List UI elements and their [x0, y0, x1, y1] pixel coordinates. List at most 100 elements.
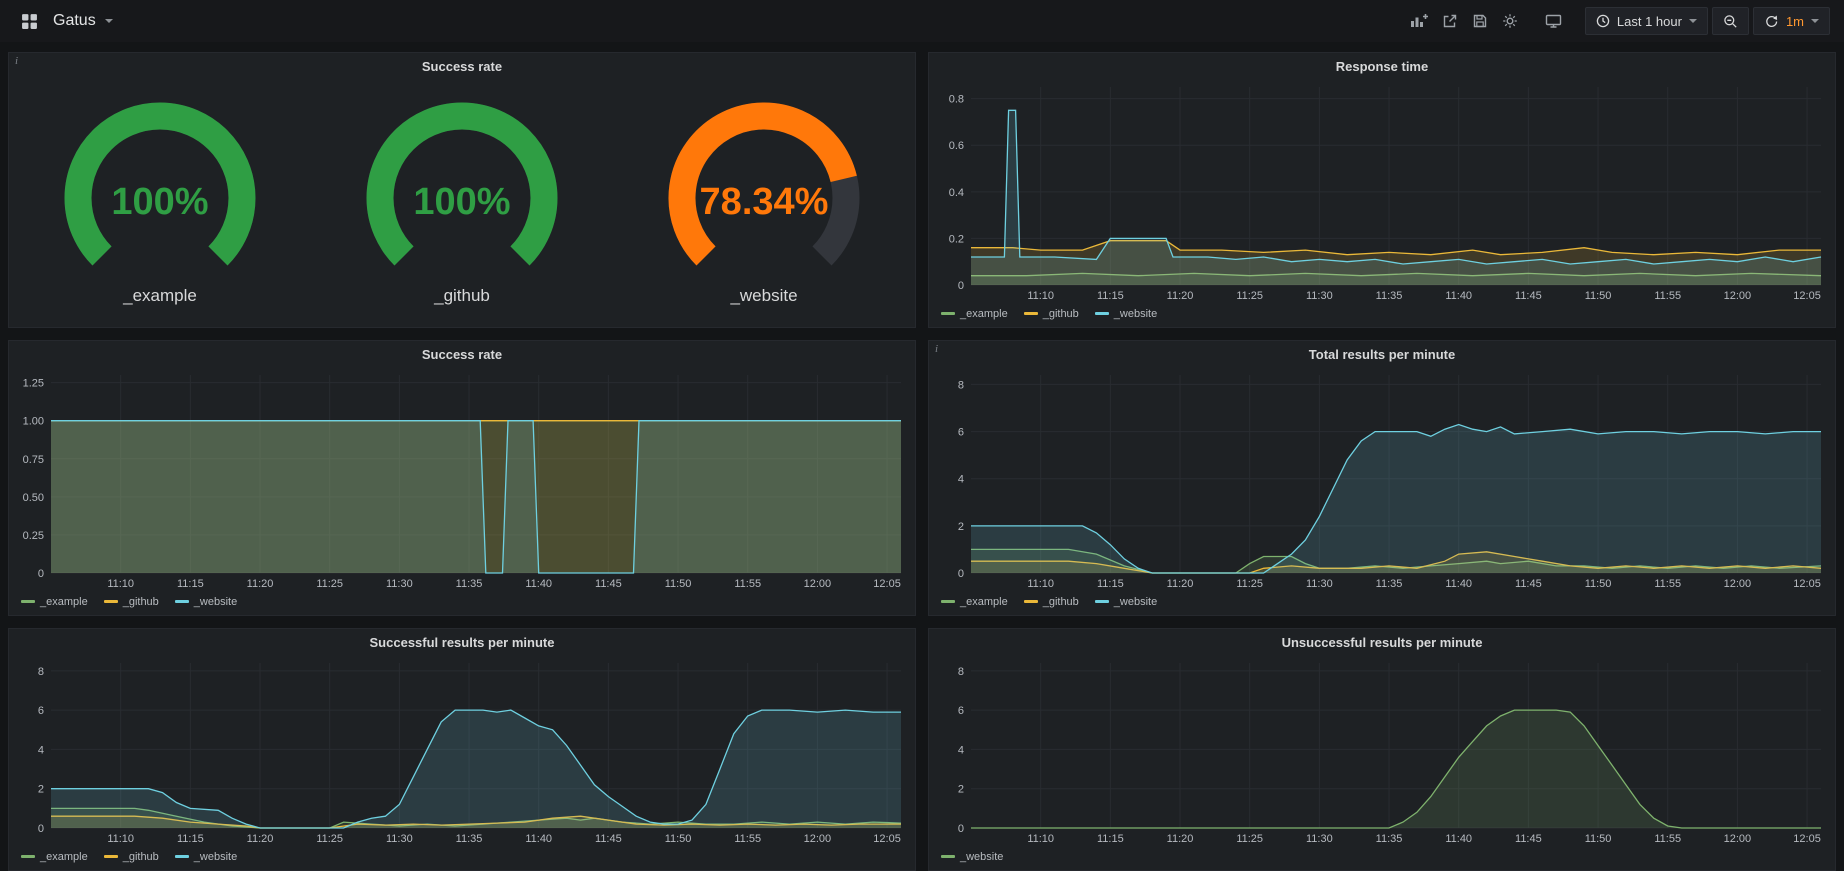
- svg-text:11:30: 11:30: [1306, 578, 1333, 590]
- success-rate-graph[interactable]: 11:1011:1511:2011:2511:3011:3511:4011:45…: [9, 367, 915, 593]
- panel-title[interactable]: Success rate: [9, 341, 915, 367]
- svg-text:12:00: 12:00: [804, 578, 832, 590]
- response-time-graph[interactable]: 11:1011:1511:2011:2511:3011:3511:4011:45…: [929, 79, 1835, 305]
- panel-title[interactable]: Unsuccessful results per minute: [929, 629, 1835, 655]
- svg-text:11:20: 11:20: [247, 578, 274, 590]
- legend-label: _website: [1114, 596, 1157, 608]
- total-results-chart[interactable]: 11:1011:1511:2011:2511:3011:3511:4011:45…: [929, 367, 1835, 593]
- monitor-icon: [1545, 13, 1562, 29]
- svg-text:11:40: 11:40: [525, 833, 552, 845]
- legend-label: _github: [1043, 596, 1079, 608]
- svg-text:12:00: 12:00: [1724, 290, 1752, 302]
- dashboard-grid: i Success rate 100% _example 100% _githu…: [0, 42, 1844, 871]
- legend-swatch: [941, 600, 955, 603]
- legend-item-_website[interactable]: _website: [175, 596, 237, 608]
- svg-text:0: 0: [958, 823, 964, 835]
- legend-label: _example: [40, 851, 88, 863]
- legend-swatch: [941, 855, 955, 858]
- svg-text:11:40: 11:40: [1445, 290, 1472, 302]
- svg-text:12:05: 12:05: [1793, 578, 1821, 590]
- svg-text:11:10: 11:10: [1027, 578, 1054, 590]
- successful-results-chart[interactable]: 11:1011:1511:2011:2511:3011:3511:4011:45…: [9, 655, 915, 848]
- legend-item-_example[interactable]: _example: [21, 851, 88, 863]
- svg-text:78.34%: 78.34%: [700, 181, 829, 223]
- legend-swatch: [175, 600, 189, 603]
- panel-title[interactable]: Success rate: [9, 53, 915, 79]
- successful-results-graph[interactable]: 11:1011:1511:2011:2511:3011:3511:4011:45…: [9, 655, 915, 848]
- cycle-view-mode-button[interactable]: [1539, 7, 1569, 35]
- svg-text:8: 8: [958, 666, 964, 678]
- legend-item-_website[interactable]: _website: [1095, 308, 1157, 320]
- svg-text:0.2: 0.2: [949, 233, 964, 245]
- svg-text:11:50: 11:50: [1585, 290, 1612, 302]
- svg-text:11:25: 11:25: [316, 833, 343, 845]
- dashboard-settings-button[interactable]: [1495, 7, 1525, 35]
- chart-legend: _example _github _website: [9, 848, 915, 870]
- panel-success-rate: Success rate 11:1011:1511:2011:2511:3011…: [8, 340, 916, 616]
- panel-title-text: Unsuccessful results per minute: [1282, 635, 1483, 650]
- zoom-out-button[interactable]: [1712, 7, 1749, 35]
- legend-label: _website: [1114, 308, 1157, 320]
- legend-item-_website[interactable]: _website: [941, 851, 1003, 863]
- svg-text:11:35: 11:35: [1376, 833, 1403, 845]
- panel-title-text: Total results per minute: [1309, 347, 1455, 362]
- legend-swatch: [1095, 312, 1109, 315]
- save-dashboard-button[interactable]: [1465, 7, 1495, 35]
- unsuccessful-results-graph[interactable]: 11:1011:1511:2011:2511:3011:3511:4011:45…: [929, 655, 1835, 848]
- unsuccessful-results-chart[interactable]: 11:1011:1511:2011:2511:3011:3511:4011:45…: [929, 655, 1835, 848]
- total-results-graph[interactable]: 11:1011:1511:2011:2511:3011:3511:4011:45…: [929, 367, 1835, 593]
- svg-text:11:50: 11:50: [665, 578, 692, 590]
- dashboards-grid-icon[interactable]: [14, 7, 44, 35]
- response-time-chart[interactable]: 11:1011:1511:2011:2511:3011:3511:4011:45…: [929, 79, 1835, 305]
- panel-title[interactable]: Total results per minute: [929, 341, 1835, 367]
- panel-info-icon[interactable]: i: [935, 343, 938, 355]
- legend-swatch: [941, 312, 955, 315]
- success-rate-chart[interactable]: 11:1011:1511:2011:2511:3011:3511:4011:45…: [9, 367, 915, 593]
- svg-text:12:00: 12:00: [1724, 833, 1752, 845]
- legend-item-_website[interactable]: _website: [1095, 596, 1157, 608]
- panel-title[interactable]: Successful results per minute: [9, 629, 915, 655]
- svg-text:8: 8: [958, 379, 964, 391]
- chart-legend: _example _github _website: [929, 305, 1835, 327]
- svg-text:0: 0: [958, 568, 964, 580]
- legend-label: _example: [960, 308, 1008, 320]
- chart-legend: _website: [929, 848, 1835, 870]
- legend-swatch: [1024, 600, 1038, 603]
- panel-successful-results: Successful results per minute 11:1011:15…: [8, 628, 916, 871]
- legend-item-_github[interactable]: _github: [104, 851, 159, 863]
- svg-text:6: 6: [958, 705, 964, 717]
- svg-text:12:05: 12:05: [1793, 290, 1821, 302]
- svg-text:11:55: 11:55: [1654, 833, 1681, 845]
- gauge-arc-website: 78.34%: [634, 96, 894, 284]
- gauge-website: 78.34% _website: [634, 96, 894, 306]
- svg-text:12:05: 12:05: [873, 833, 901, 845]
- legend-label: _github: [123, 596, 159, 608]
- panel-title[interactable]: Response time: [929, 53, 1835, 79]
- svg-text:11:10: 11:10: [107, 833, 134, 845]
- legend-item-_github[interactable]: _github: [104, 596, 159, 608]
- legend-item-_example[interactable]: _example: [941, 596, 1008, 608]
- time-range-picker[interactable]: Last 1 hour: [1585, 7, 1708, 35]
- svg-text:11:30: 11:30: [386, 833, 413, 845]
- legend-swatch: [104, 855, 118, 858]
- panel-unsuccessful-results: Unsuccessful results per minute 11:10 11:…: [928, 628, 1836, 871]
- share-dashboard-button[interactable]: [1435, 7, 1465, 35]
- dashboard-title[interactable]: Gatus: [53, 12, 96, 30]
- legend-item-_github[interactable]: _github: [1024, 596, 1079, 608]
- add-panel-button[interactable]: [1405, 7, 1435, 35]
- panel-info-icon[interactable]: i: [15, 55, 18, 67]
- svg-text:11:15: 11:15: [1097, 578, 1124, 590]
- legend-item-_github[interactable]: _github: [1024, 308, 1079, 320]
- svg-text:11:40: 11:40: [525, 578, 552, 590]
- svg-text:6: 6: [958, 427, 964, 439]
- svg-text:11:45: 11:45: [1515, 290, 1542, 302]
- legend-item-_example[interactable]: _example: [21, 596, 88, 608]
- svg-text:11:10: 11:10: [1027, 833, 1054, 845]
- panel-title-text: Response time: [1336, 59, 1428, 74]
- svg-text:11:50: 11:50: [1585, 833, 1612, 845]
- svg-text:11:45: 11:45: [595, 833, 622, 845]
- svg-text:0: 0: [38, 823, 44, 835]
- legend-item-_example[interactable]: _example: [941, 308, 1008, 320]
- refresh-button[interactable]: 1m: [1753, 7, 1830, 35]
- legend-item-_website[interactable]: _website: [175, 851, 237, 863]
